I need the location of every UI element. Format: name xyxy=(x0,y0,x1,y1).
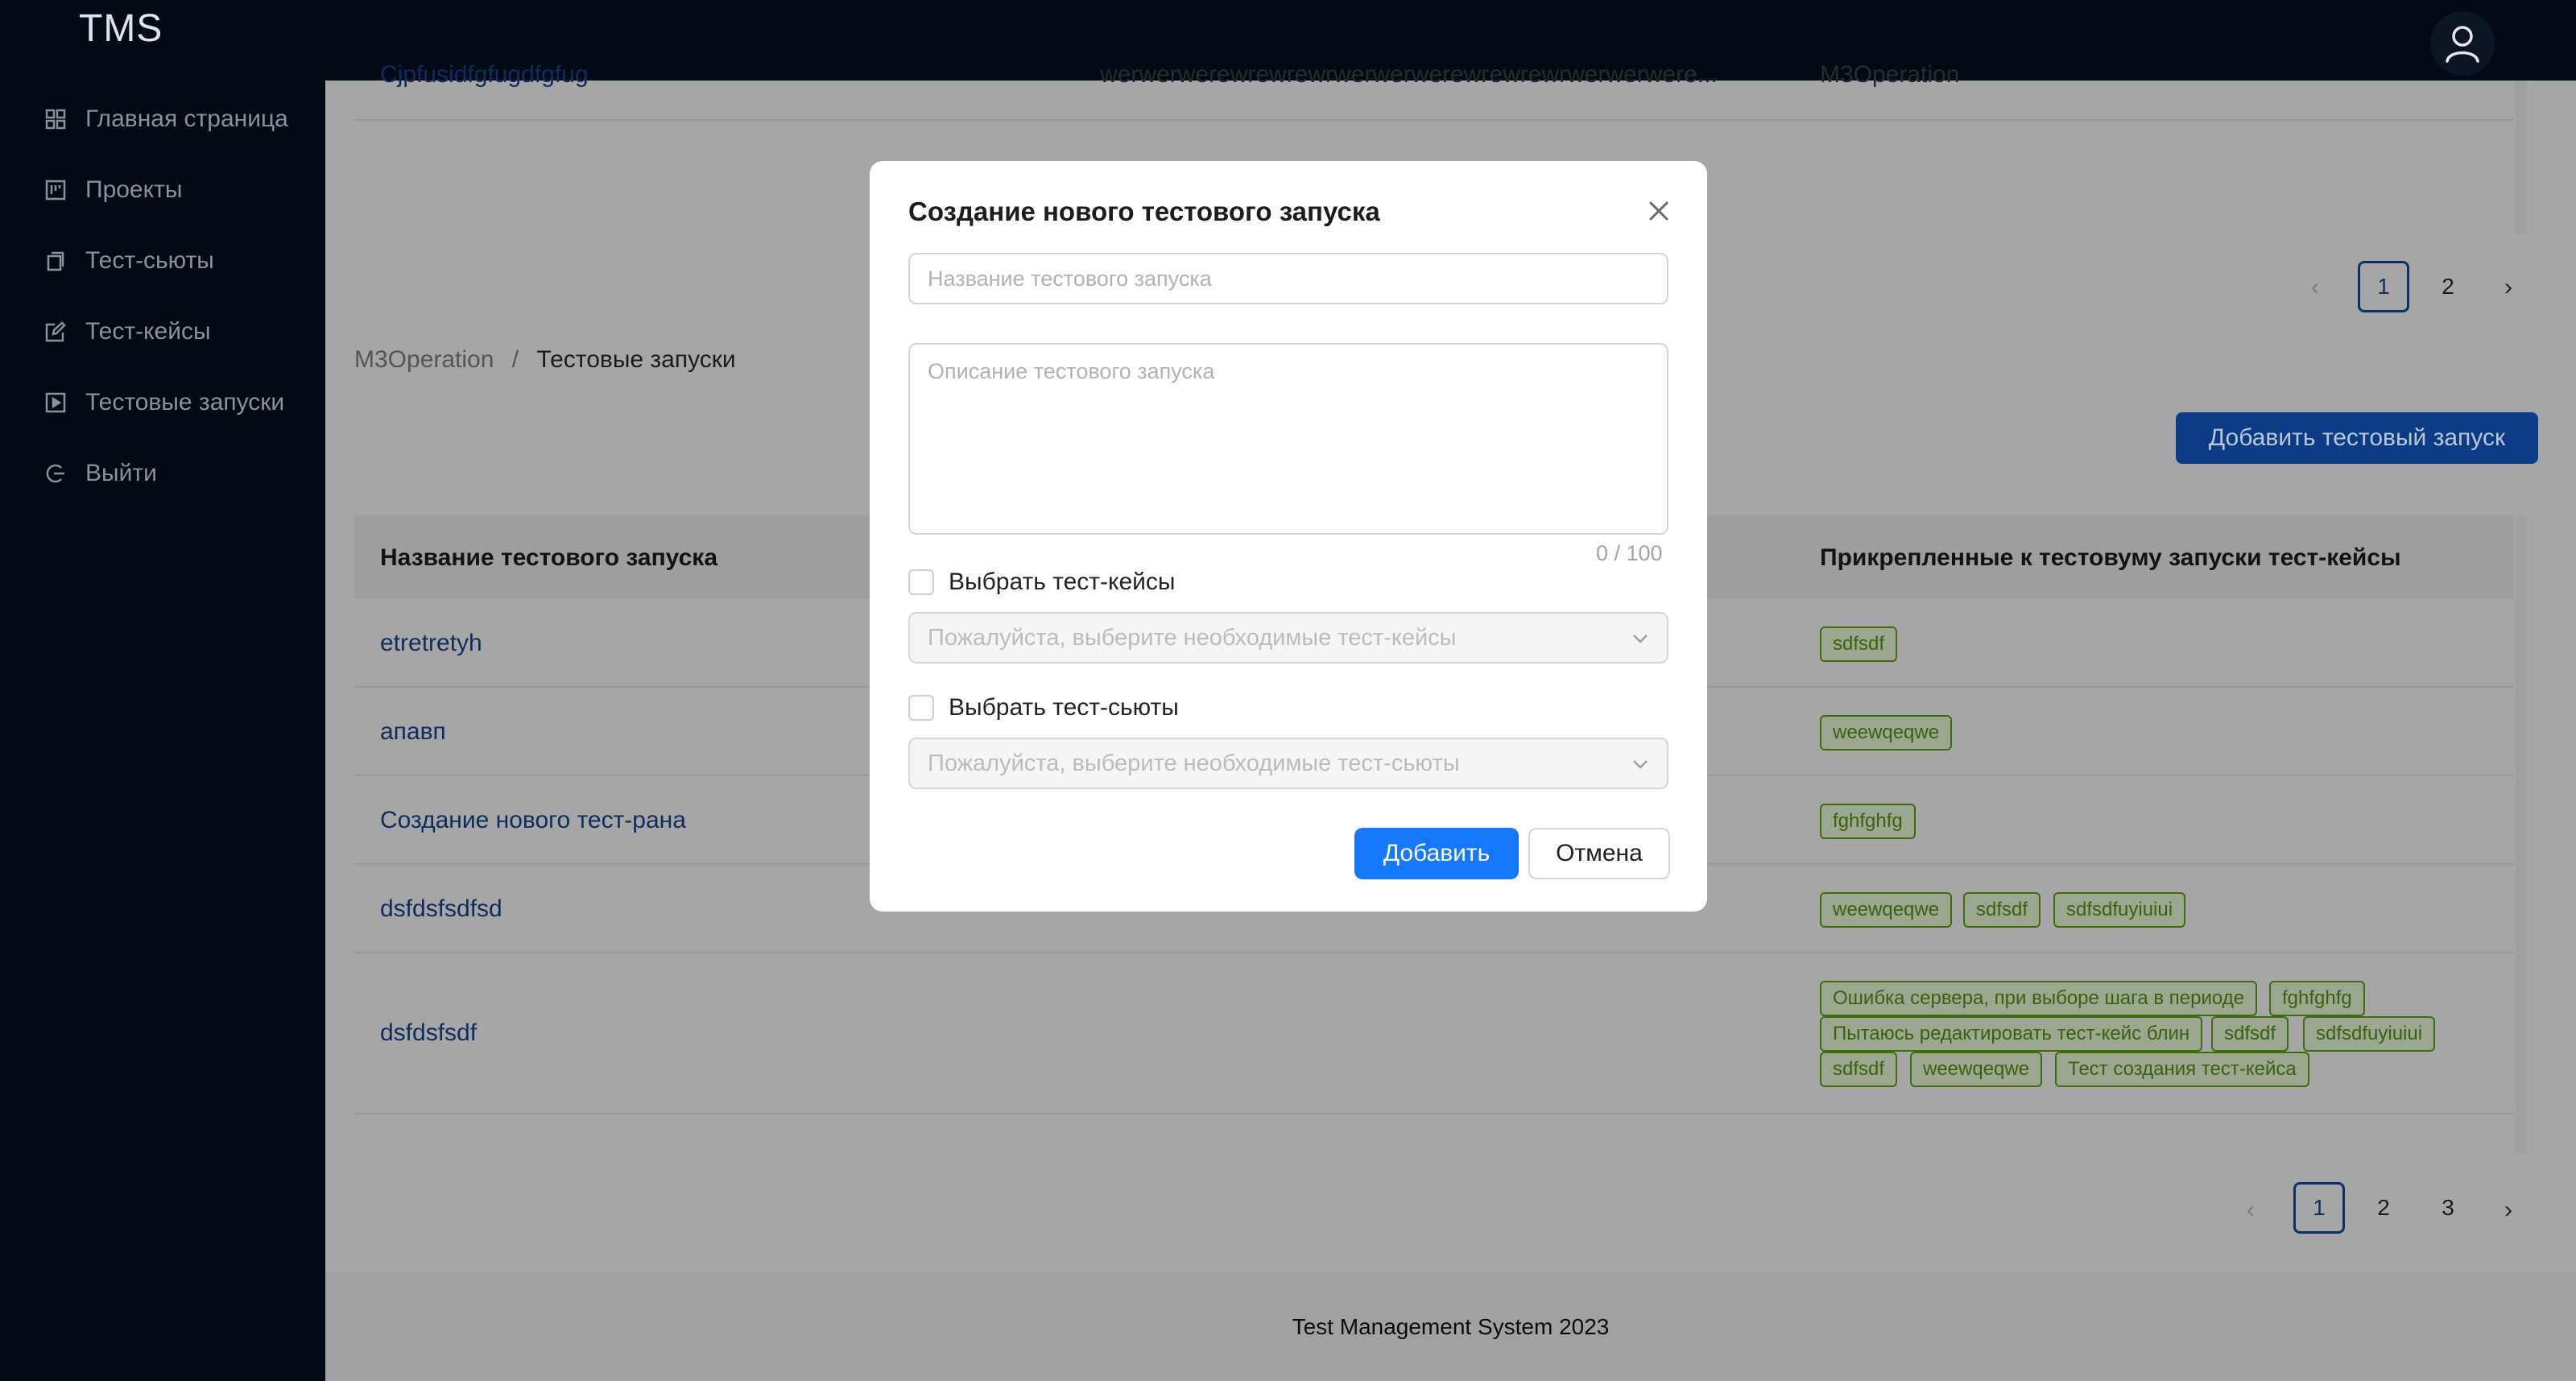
user-avatar[interactable] xyxy=(2430,11,2495,76)
breadcrumb-current: Тестовые запуски xyxy=(536,346,736,373)
test-case-tag: weewqeqwe xyxy=(1820,892,1953,928)
checkbox-label: Выбрать тест-кейсы xyxy=(949,569,1176,595)
sidebar: Главная страница Проекты Тест-сьюты Тест… xyxy=(0,81,325,1381)
project-icon xyxy=(43,178,68,202)
checkbox-box[interactable] xyxy=(908,569,934,595)
sidebar-item-home[interactable]: Главная страница xyxy=(43,99,288,139)
select-placeholder: Пожалуйста, выберите необходимые тест-ке… xyxy=(928,624,1457,651)
chevron-down-icon xyxy=(1633,760,1648,769)
test-case-tag: sdfsdfuyiuiui xyxy=(2053,892,2186,928)
test-case-tag: weewqeqwe xyxy=(1820,715,1953,750)
top-pagination-page[interactable]: 1 xyxy=(2358,261,2409,312)
test-cases-select[interactable]: Пожалуйста, выберите необходимые тест-ке… xyxy=(908,612,1668,664)
divider xyxy=(354,952,2514,953)
textarea-placeholder: Описание тестового запуска xyxy=(928,359,1215,383)
footer: Test Management System 2023 xyxy=(325,1272,2576,1381)
checkbox-box[interactable] xyxy=(908,695,934,721)
pagination-page[interactable]: 1 xyxy=(2293,1182,2345,1234)
test-case-tag: sdfsdfuyiuiui xyxy=(2303,1016,2436,1052)
sidebar-item-test-suites[interactable]: Тест-сьюты xyxy=(43,241,214,281)
test-case-tag: sdfsdf xyxy=(2211,1016,2289,1052)
sidebar-item-test-cases[interactable]: Тест-кейсы xyxy=(43,312,211,352)
test-case-tag: sdfsdf xyxy=(1963,892,2041,928)
sidebar-item-label: Тест-сьюты xyxy=(85,247,214,274)
breadcrumb: M3Operation / Тестовые запуски xyxy=(354,346,736,374)
sidebar-item-label: Выйти xyxy=(85,460,157,486)
pagination-prev[interactable]: ‹ xyxy=(2247,1197,2255,1224)
sidebar-item-test-runs[interactable]: Тестовые запуски xyxy=(43,382,284,423)
top-pagination-next[interactable]: › xyxy=(2504,274,2512,301)
test-case-tag: Ошибка сервера, при выборе шага в период… xyxy=(1820,981,2258,1016)
cancel-button[interactable]: Отмена xyxy=(1528,828,1670,879)
select-test-suites-checkbox[interactable]: Выбрать тест-сьюты xyxy=(908,694,1179,722)
test-case-tag: Пытаюсь редактировать тест-кейс блин xyxy=(1820,1016,2203,1052)
create-test-run-modal: Создание нового тестового запуска Назван… xyxy=(870,161,1707,912)
close-icon[interactable] xyxy=(1644,196,1673,225)
edit-icon xyxy=(43,320,68,344)
pagination-page[interactable]: 3 xyxy=(2422,1182,2474,1234)
table-row-name[interactable]: dsfdsfsdf xyxy=(380,1019,477,1047)
add-button[interactable]: Добавить xyxy=(1354,828,1519,879)
test-case-tag: sdfsdf xyxy=(1820,626,1898,662)
test-case-tag: Тест создания тест-кейса xyxy=(2055,1052,2309,1087)
test-case-tag: fghfghfg xyxy=(1820,804,1916,839)
checkbox-label: Выбрать тест-сьюты xyxy=(949,694,1179,721)
sidebar-item-label: Главная страница xyxy=(85,105,288,132)
test-case-tag: fghfghfg xyxy=(2269,981,2365,1016)
runs-table-scrollbar[interactable] xyxy=(2516,515,2527,1153)
top-table-row-description: werwerwerewrewrewrwerwerwerewrewrewrwerw… xyxy=(1100,61,1718,88)
sidebar-item-label: Проекты xyxy=(85,176,183,203)
table-row-name[interactable]: апавп xyxy=(380,718,446,746)
test-run-description-textarea[interactable]: Описание тестового запуска xyxy=(908,343,1668,535)
test-suites-select[interactable]: Пожалуйста, выберите необходимые тест-сь… xyxy=(908,738,1668,789)
logout-icon xyxy=(43,461,68,486)
dashboard-icon xyxy=(43,107,68,131)
add-test-run-button[interactable]: Добавить тестовый запуск xyxy=(2176,412,2538,464)
top-table-scrollbar[interactable] xyxy=(2516,81,2527,234)
test-case-tag: sdfsdf xyxy=(1820,1052,1898,1087)
column-header-test-cases: Прикрепленные к тестовуму запуски тест-к… xyxy=(1820,544,2401,571)
footer-text: Test Management System 2023 xyxy=(1292,1313,1610,1339)
app-logo: TMS xyxy=(79,7,163,50)
character-counter: 0 / 100 xyxy=(1596,541,1663,565)
test-case-tag: weewqeqwe xyxy=(1910,1052,2043,1087)
chevron-down-icon xyxy=(1633,635,1648,643)
pagination-next[interactable]: › xyxy=(2504,1197,2512,1224)
test-run-name-input[interactable]: Название тестового запуска xyxy=(908,253,1668,304)
top-pagination-prev[interactable]: ‹ xyxy=(2311,274,2319,301)
table-row-name[interactable]: dsfdsfsdfsd xyxy=(380,895,502,923)
select-placeholder: Пожалуйста, выберите необходимые тест-сь… xyxy=(928,750,1460,776)
select-test-cases-checkbox[interactable]: Выбрать тест-кейсы xyxy=(908,569,1175,596)
sidebar-item-label: Тест-кейсы xyxy=(85,318,211,345)
top-pagination-page[interactable]: 2 xyxy=(2422,261,2474,312)
copy-icon xyxy=(43,249,68,273)
divider xyxy=(354,1113,2514,1114)
user-icon xyxy=(2446,26,2479,63)
modal-title: Создание нового тестового запуска xyxy=(908,196,1380,226)
column-header-name: Название тестового запуска xyxy=(380,544,718,571)
table-row-name[interactable]: etretretyh xyxy=(380,630,482,657)
sidebar-item-logout[interactable]: Выйти xyxy=(43,453,157,494)
divider xyxy=(354,119,2514,121)
sidebar-item-label: Тестовые запуски xyxy=(85,389,285,416)
play-square-icon xyxy=(43,391,68,415)
top-table-row-name[interactable]: Cjpfusidfgfugdfgfug xyxy=(380,61,589,89)
input-placeholder: Название тестового запуска xyxy=(928,266,1212,291)
breadcrumb-root[interactable]: M3Operation xyxy=(354,346,494,373)
table-row-name[interactable]: Создание нового тест-рана xyxy=(380,807,686,834)
top-table-row-project: M3Operation xyxy=(1820,61,1960,88)
breadcrumb-separator: / xyxy=(511,346,519,373)
sidebar-item-projects[interactable]: Проекты xyxy=(43,170,182,210)
pagination-page[interactable]: 2 xyxy=(2358,1182,2409,1234)
